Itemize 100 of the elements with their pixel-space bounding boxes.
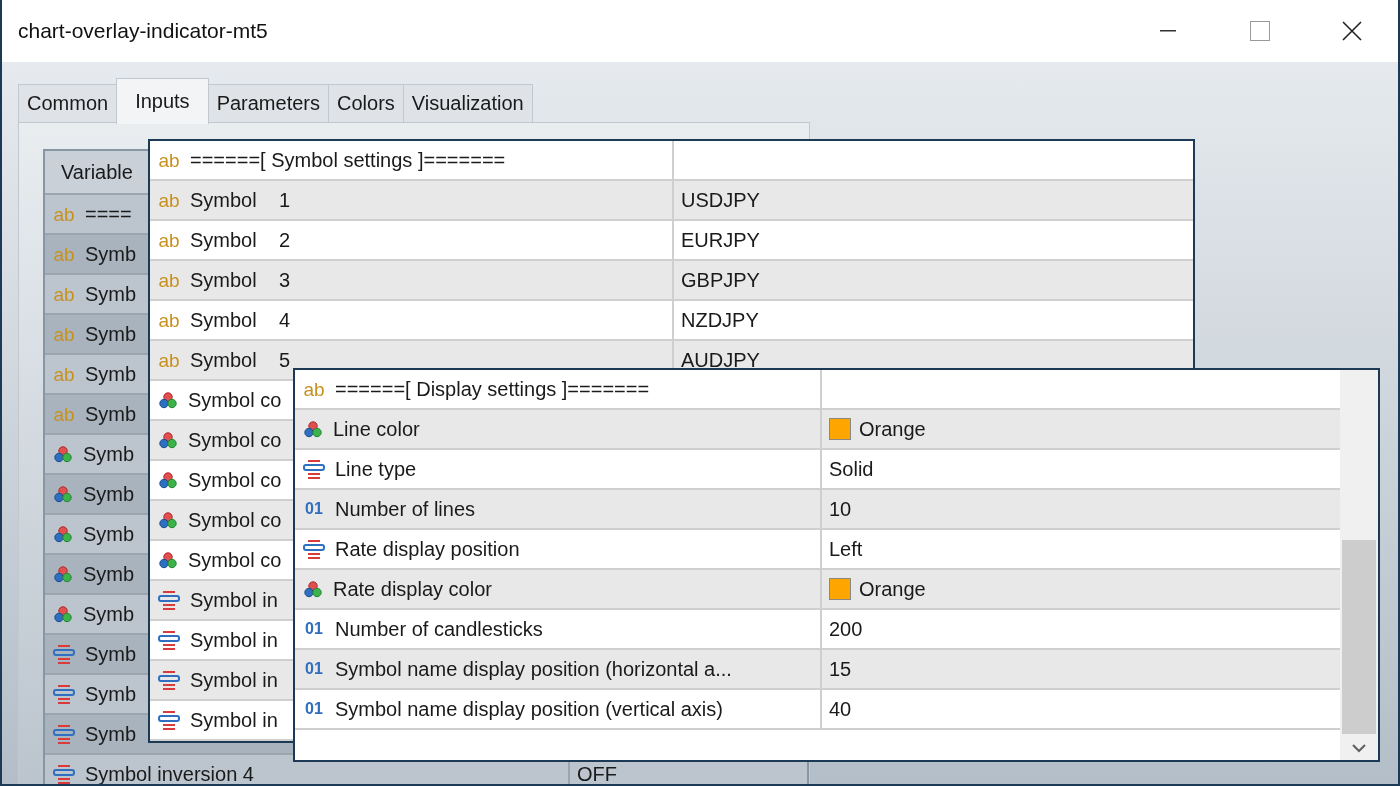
close-icon [1342, 21, 1362, 41]
variable-name: Symb [83, 442, 135, 466]
list-lines-icon [303, 539, 325, 559]
variable-name: Symbol name display position (horizontal a... [335, 657, 732, 681]
string-type-icon: ab [158, 310, 180, 330]
color-circles-icon [303, 420, 323, 438]
list-lines-icon [53, 724, 75, 744]
value-text: NZDJPY [681, 308, 759, 332]
value-text: USDJPY [681, 188, 760, 212]
string-type-icon: ab [158, 190, 180, 210]
value-text: 10 [829, 497, 852, 521]
table-row[interactable]: 01 Symbol name display position (horizontal a... 15 [295, 650, 1340, 690]
variable-name: Rate display color [333, 577, 492, 601]
value-text: EURJPY [681, 228, 760, 252]
variable-name: Symbol co [188, 388, 282, 412]
list-lines-icon [158, 590, 180, 610]
variable-name: ==== [85, 202, 132, 226]
variable-name: Symb [83, 482, 135, 506]
variable-name: Symb [83, 522, 135, 546]
variable-name: Symb [85, 722, 137, 746]
variable-name: Symb [85, 642, 137, 666]
string-type-icon: ab [53, 324, 75, 344]
table-row[interactable]: 01 Number of candlesticks 200 [295, 610, 1340, 650]
value-text: 40 [829, 697, 852, 721]
string-type-icon: ab [303, 379, 325, 399]
tab[interactable]: Inputs [116, 78, 209, 124]
column-header: Variable [61, 160, 133, 184]
table-row[interactable]: ab ======[ Display settings ]======= [295, 370, 1340, 410]
scroll-down-icon[interactable] [1351, 742, 1367, 754]
string-type-icon: ab [53, 204, 75, 224]
string-type-icon: ab [158, 350, 180, 370]
value-text: Solid [829, 457, 874, 481]
variable-name: Symbol in [190, 588, 278, 612]
table-row[interactable]: ab Symbol 2 EURJPY [150, 221, 1193, 261]
table-row[interactable]: Rate display color Orange [295, 570, 1340, 610]
color-circles-icon [158, 511, 178, 529]
variable-name: Symbol name display position (vertical axis) [335, 697, 723, 721]
variable-name: Symbol in [190, 708, 278, 732]
value-text: 200 [829, 617, 863, 641]
variable-name: Symb [85, 322, 137, 346]
value-text: 15 [829, 657, 852, 681]
variable-name: Line color [333, 417, 420, 441]
tab[interactable]: Common [18, 84, 118, 122]
table-row[interactable]: ab Symbol 3 GBPJPY [150, 261, 1193, 301]
value-text: Left [829, 537, 863, 561]
table-row[interactable]: ab ======[ Symbol settings ]======= [150, 141, 1193, 181]
string-type-icon: ab [53, 364, 75, 384]
value-text: AUDJPY [681, 348, 760, 372]
tab[interactable]: Colors [328, 84, 404, 122]
color-circles-icon [158, 551, 178, 569]
table-row[interactable]: ab Symbol 1 USDJPY [150, 181, 1193, 221]
variable-name: Symb [83, 602, 135, 626]
table-row[interactable]: Line type Solid [295, 450, 1340, 490]
value-text: OFF [577, 762, 617, 784]
color-circles-icon [158, 431, 178, 449]
variable-name: Symb [85, 682, 137, 706]
variable-name: Number of lines [335, 497, 476, 521]
variable-name: Symb [85, 402, 137, 426]
variable-name: Symbol 4 [190, 308, 291, 332]
string-type-icon: ab [158, 230, 180, 250]
variable-name: ======[ Symbol settings ]======= [190, 148, 506, 172]
list-lines-icon [158, 670, 180, 690]
list-lines-icon [53, 764, 75, 784]
color-circles-icon [53, 445, 73, 463]
list-lines-icon [158, 630, 180, 650]
string-type-icon: ab [158, 150, 180, 170]
variable-name: Symbol in [190, 668, 278, 692]
tab[interactable]: Parameters [207, 84, 329, 122]
table-row[interactable]: Rate display position Left [295, 530, 1340, 570]
number-type-icon: 01 [303, 621, 325, 637]
variable-name: Symb [83, 562, 135, 586]
table-row[interactable]: 01 Symbol name display position (vertical axis) 40 [295, 690, 1340, 730]
scrollbar[interactable] [1340, 370, 1378, 760]
maximize-icon [1250, 21, 1270, 41]
variable-name: Symb [85, 282, 137, 306]
variable-name: Symbol in [190, 628, 278, 652]
variable-name: Number of candlesticks [335, 617, 543, 641]
list-lines-icon [53, 684, 75, 704]
value-text: Orange [859, 417, 926, 441]
color-circles-icon [53, 525, 73, 543]
variable-name: Symb [85, 362, 137, 386]
variable-name: Symbol 5 [190, 348, 291, 372]
color-circles-icon [158, 391, 178, 409]
color-circles-icon [53, 565, 73, 583]
list-lines-icon [158, 710, 180, 730]
window-title: chart-overlay-indicator-mt5 [18, 19, 269, 43]
table-row[interactable]: 01 Number of lines 10 [295, 490, 1340, 530]
scroll-thumb[interactable] [1342, 540, 1376, 734]
variable-name: Symbol 2 [190, 228, 291, 252]
tab[interactable]: Visualization [402, 84, 533, 122]
number-type-icon: 01 [303, 661, 325, 677]
variable-name: Symbol 3 [190, 268, 291, 292]
table-row[interactable]: Line color Orange [295, 410, 1340, 450]
list-lines-icon [303, 459, 325, 479]
table-row[interactable]: ab Symbol 4 NZDJPY [150, 301, 1193, 341]
color-circles-icon [53, 605, 73, 623]
variable-name: Symbol co [188, 428, 282, 452]
string-type-icon: ab [53, 284, 75, 304]
variable-name: Symbol co [188, 508, 282, 532]
variable-name: Symbol co [188, 548, 282, 572]
